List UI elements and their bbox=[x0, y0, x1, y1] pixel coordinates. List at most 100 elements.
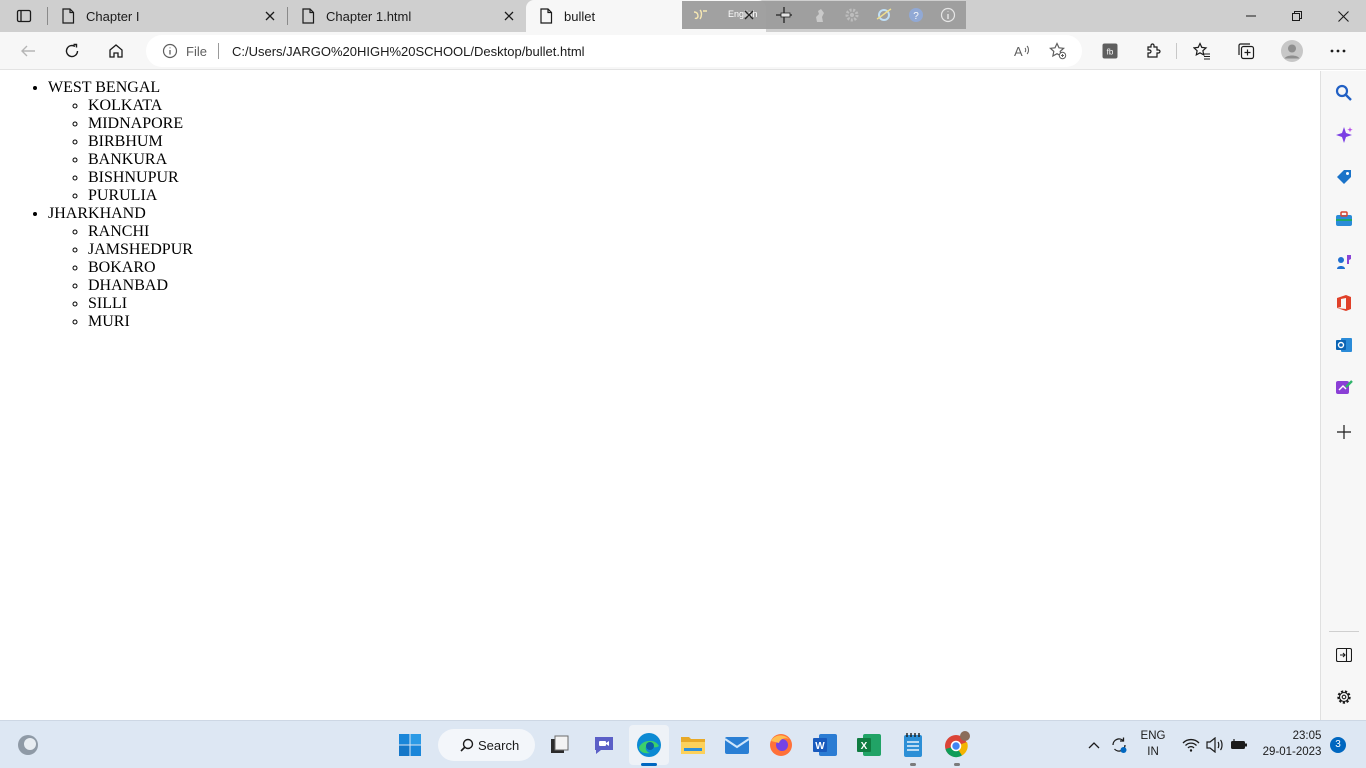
input-method-toolbar: English ? bbox=[682, 1, 966, 29]
edge-icon[interactable] bbox=[635, 731, 663, 759]
info-icon[interactable] bbox=[940, 7, 956, 23]
url-text[interactable]: C:/Users/JARGO%20HIGH%20SCHOOL/Desktop/b… bbox=[232, 44, 585, 59]
taskbar: Search W X ENG IN 23:05 29-01-2023 3 bbox=[0, 720, 1366, 768]
district-list: RANCHIJAMSHEDPURBOKARODHANBADSILLIMURI bbox=[48, 223, 193, 331]
refresh-icon bbox=[65, 43, 79, 58]
favorites-button[interactable] bbox=[1188, 37, 1216, 65]
split-screen-icon[interactable] bbox=[1333, 644, 1355, 666]
move-icon[interactable] bbox=[776, 7, 792, 23]
task-view-icon[interactable] bbox=[546, 731, 574, 759]
restore-icon bbox=[1292, 11, 1302, 21]
district-list-item: MIDNAPORE bbox=[88, 115, 193, 133]
input-region[interactable]: IN bbox=[1138, 746, 1168, 758]
add-icon[interactable] bbox=[1333, 421, 1355, 443]
input-language[interactable]: ENG bbox=[1138, 730, 1168, 742]
close-icon[interactable] bbox=[501, 8, 517, 24]
mail-icon[interactable] bbox=[723, 731, 751, 759]
collections-button[interactable] bbox=[1232, 37, 1260, 65]
help-icon[interactable]: ? bbox=[908, 7, 924, 23]
word-icon[interactable]: W bbox=[811, 731, 839, 759]
extension-fb-button[interactable]: fb bbox=[1096, 37, 1124, 65]
state-list-item: JHARKHANDRANCHIJAMSHEDPURBOKARODHANBADSI… bbox=[48, 205, 193, 331]
clock-date[interactable]: 29-01-2023 bbox=[1256, 746, 1328, 758]
chrome-icon[interactable] bbox=[943, 731, 971, 759]
sidebar-separator bbox=[1329, 631, 1359, 632]
tab-title: Chapter 1.html bbox=[326, 8, 412, 24]
search-icon[interactable] bbox=[1333, 82, 1355, 104]
profile-button[interactable] bbox=[1278, 37, 1306, 65]
back-arrow-icon bbox=[21, 45, 35, 57]
home-button[interactable] bbox=[102, 37, 130, 65]
games-icon[interactable] bbox=[1333, 250, 1355, 272]
tools-icon[interactable] bbox=[1333, 208, 1355, 230]
tab-strip: Chapter I Chapter 1.html bullet English bbox=[0, 0, 1366, 32]
office-icon[interactable] bbox=[1333, 292, 1355, 314]
close-icon[interactable] bbox=[741, 7, 757, 23]
collections-icon bbox=[1238, 43, 1255, 60]
weather-icon[interactable] bbox=[14, 731, 42, 759]
battery-icon[interactable] bbox=[1226, 731, 1252, 759]
excel-icon[interactable]: X bbox=[855, 731, 883, 759]
refresh-button[interactable] bbox=[58, 37, 86, 65]
settings-icon[interactable] bbox=[1333, 686, 1355, 708]
running-app-indicator bbox=[954, 763, 960, 766]
district-list-item: KOLKATA bbox=[88, 97, 193, 115]
page-icon bbox=[538, 8, 554, 24]
address-bar[interactable]: File C:/Users/JARGO%20HIGH%20SCHOOL/Desk… bbox=[146, 35, 1082, 67]
chess-icon[interactable] bbox=[812, 7, 828, 23]
minimize-icon bbox=[1246, 15, 1256, 17]
file-explorer-icon[interactable] bbox=[679, 731, 707, 759]
svg-text:X: X bbox=[861, 741, 868, 752]
tab-actions-button[interactable] bbox=[8, 4, 40, 28]
state-name: JHARKHAND bbox=[48, 205, 146, 222]
teams-chat-icon[interactable] bbox=[590, 731, 618, 759]
tab-chapter-i[interactable]: Chapter I bbox=[48, 0, 286, 32]
tab-title: Chapter I bbox=[86, 8, 140, 24]
taskbar-search[interactable]: Search bbox=[438, 729, 535, 761]
notepad-icon[interactable] bbox=[899, 731, 927, 759]
district-list: KOLKATAMIDNAPOREBIRBHUMBANKURABISHNUPURP… bbox=[48, 97, 193, 205]
svg-text:fb: fb bbox=[1107, 48, 1114, 57]
restore-button[interactable] bbox=[1274, 0, 1320, 32]
read-aloud-icon[interactable]: A bbox=[1012, 41, 1032, 61]
shopping-icon[interactable] bbox=[1333, 166, 1355, 188]
district-list-item: RANCHI bbox=[88, 223, 193, 241]
tab-title: bullet bbox=[564, 8, 596, 24]
district-list-item: BIRBHUM bbox=[88, 133, 193, 151]
extensions-button[interactable] bbox=[1140, 37, 1168, 65]
address-divider bbox=[218, 43, 219, 59]
notification-badge[interactable]: 3 bbox=[1330, 737, 1346, 753]
copilot-icon[interactable] bbox=[1333, 124, 1355, 146]
back-button[interactable] bbox=[14, 37, 42, 65]
minimize-button[interactable] bbox=[1228, 0, 1274, 32]
sync-icon[interactable] bbox=[1106, 731, 1132, 759]
internet-explorer-icon[interactable] bbox=[876, 7, 892, 23]
ime-logo-icon[interactable] bbox=[692, 7, 708, 23]
clock-time[interactable]: 23:05 bbox=[1286, 730, 1328, 742]
home-icon bbox=[109, 44, 123, 58]
volume-icon[interactable] bbox=[1202, 731, 1228, 759]
svg-text:?: ? bbox=[913, 11, 919, 22]
district-list-item: BOKARO bbox=[88, 259, 193, 277]
close-icon[interactable] bbox=[262, 8, 278, 24]
wifi-icon[interactable] bbox=[1178, 731, 1204, 759]
avatar bbox=[1281, 40, 1303, 62]
outlook-icon[interactable] bbox=[1333, 334, 1355, 356]
designer-icon[interactable] bbox=[1333, 376, 1355, 398]
start-icon[interactable] bbox=[396, 731, 424, 759]
running-app-indicator bbox=[910, 763, 916, 766]
settings-menu-button[interactable] bbox=[1324, 37, 1352, 65]
gear-icon[interactable] bbox=[844, 7, 860, 23]
state-name: WEST BENGAL bbox=[48, 79, 161, 96]
tab-chapter-1-html[interactable]: Chapter 1.html bbox=[288, 0, 525, 32]
district-list-item: BANKURA bbox=[88, 151, 193, 169]
extension-fb-icon: fb bbox=[1102, 43, 1118, 59]
info-icon[interactable] bbox=[162, 43, 178, 59]
puzzle-icon bbox=[1147, 43, 1161, 58]
chevron-up-icon[interactable] bbox=[1080, 731, 1108, 759]
firefox-icon[interactable] bbox=[767, 731, 795, 759]
web-page-content: WEST BENGALKOLKATAMIDNAPOREBIRBHUMBANKUR… bbox=[0, 71, 1320, 720]
add-favorite-icon[interactable] bbox=[1048, 41, 1068, 61]
district-list-item: PURULIA bbox=[88, 187, 193, 205]
close-window-button[interactable] bbox=[1320, 0, 1366, 32]
